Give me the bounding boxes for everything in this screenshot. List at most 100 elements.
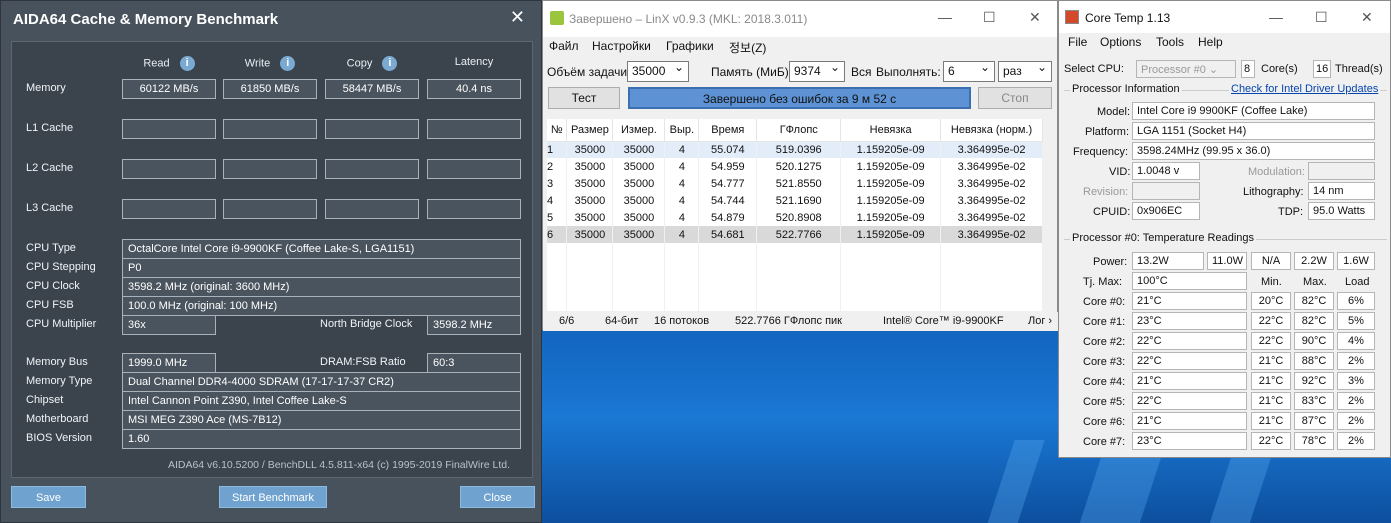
table-row[interactable]: 4 35000 35000 4 54.744 521.1690 1.159205e-09 3.… [547, 192, 1043, 209]
column-header[interactable]: № [547, 119, 568, 142]
power-other: 1.6W [1337, 252, 1375, 270]
header-write: Write i [223, 56, 317, 71]
core-label: Core #3: [1083, 356, 1126, 368]
aida-footer: AIDA64 v6.10.5200 / BenchDLL 4.5.811-x64… [167, 459, 510, 471]
chipset-value: Intel Cannon Point Z390, Intel Coffee La… [122, 391, 521, 411]
info-icon[interactable]: i [382, 56, 398, 71]
core-load: 2% [1337, 352, 1375, 370]
table-cell: 54.879 [698, 209, 758, 226]
table-cell: 35000 [566, 141, 614, 158]
menu-settings[interactable]: Настройки [592, 39, 651, 53]
core-label: Core #4: [1083, 376, 1126, 388]
close-icon[interactable]: ✕ [510, 7, 525, 28]
lithography-value: 14 nm [1308, 182, 1375, 200]
table-cell: 3.364995e-02 [940, 192, 1043, 209]
run-unit-select[interactable]: раз [998, 60, 1052, 82]
column-header[interactable]: ГФлопс [756, 119, 842, 142]
memory-select[interactable]: 9374 [789, 60, 845, 82]
memory-read: 60122 MB/s [122, 79, 216, 99]
column-header[interactable]: Измер. [612, 119, 666, 142]
table-cell: 35000 [612, 175, 666, 192]
column-header[interactable]: Время [698, 119, 758, 142]
table-cell: 4 [664, 158, 700, 175]
menu-tools[interactable]: Tools [1156, 35, 1184, 49]
maximize-icon[interactable]: ☐ [1315, 9, 1328, 26]
memory-bus-label: Memory Bus [26, 356, 88, 368]
all-memory-label[interactable]: Вся [851, 65, 872, 79]
bios-value: 1.60 [122, 429, 521, 449]
menu-options[interactable]: Options [1100, 35, 1141, 49]
close-icon[interactable]: ✕ [1029, 9, 1041, 26]
column-header[interactable]: Размер [566, 119, 614, 142]
table-cell: 3.364995e-02 [940, 209, 1043, 226]
minimize-icon[interactable]: — [1269, 9, 1283, 25]
empty-row [547, 243, 1043, 260]
menu-file[interactable]: Файл [549, 39, 579, 53]
memory-write: 61850 MB/s [223, 79, 317, 99]
row-label-l3: L3 Cache [26, 202, 74, 214]
close-button[interactable]: Close [460, 486, 535, 508]
core-label: Core #7: [1083, 436, 1126, 448]
driver-update-link[interactable]: Check for Intel Driver Updates [1229, 83, 1381, 95]
cpu-clock-value: 3598.2 MHz (original: 3600 MHz) [122, 277, 521, 297]
core-temp-min: 20°C [1251, 292, 1291, 310]
info-icon[interactable]: i [280, 56, 296, 71]
load-header: Load [1345, 276, 1370, 288]
power-dram: 2.2W [1294, 252, 1334, 270]
info-icon[interactable]: i [179, 56, 195, 71]
power-package: 13.2W [1132, 252, 1204, 270]
table-cell: 1 [547, 141, 568, 158]
l1-latency [427, 119, 521, 139]
menu-file[interactable]: File [1068, 35, 1087, 49]
menu-info[interactable]: 정보(Z) [729, 39, 766, 56]
core-temp-min: 22°C [1251, 332, 1291, 350]
frequency-label: Frequency: [1073, 146, 1129, 158]
memory-bus-value: 1999.0 MHz [122, 353, 216, 373]
task-size-label: Объём задачи: [547, 65, 631, 79]
empty-row [547, 277, 1043, 294]
linx-window: Завершено – LinX v0.9.3 (MKL: 2018.3.011… [542, 0, 1059, 331]
app-icon [550, 11, 564, 25]
tdp-value: 95.0 Watts [1308, 202, 1375, 220]
maximize-icon[interactable]: ☐ [983, 9, 996, 26]
close-icon[interactable]: ✕ [1361, 9, 1373, 26]
task-size-select[interactable]: 35000 [627, 60, 689, 82]
menu-charts[interactable]: Графики [666, 39, 714, 53]
stop-button[interactable]: Стоп [978, 87, 1052, 109]
test-button[interactable]: Тест [548, 87, 620, 109]
column-header[interactable]: Невязка (норм.) [940, 119, 1043, 142]
nb-clock-label: North Bridge Clock [320, 318, 413, 330]
column-header[interactable]: Невязка [840, 119, 942, 142]
log-button[interactable]: Лог › [1028, 315, 1052, 327]
cores-label: Core(s) [1261, 63, 1298, 75]
table-row[interactable]: 1 35000 35000 4 55.074 519.0396 1.159205e-09 3.… [547, 141, 1043, 158]
run-count-select[interactable]: 6 [943, 60, 995, 82]
select-cpu-dropdown[interactable]: Processor #0 ⌄ [1136, 60, 1236, 78]
table-cell: 4 [664, 175, 700, 192]
table-cell: 3.364995e-02 [940, 175, 1043, 192]
vid-value: 1.0048 v [1132, 162, 1200, 180]
row-label-l2: L2 Cache [26, 162, 74, 174]
table-row[interactable]: 2 35000 35000 4 54.959 520.1275 1.159205e-09 3.… [547, 158, 1043, 175]
coretemp-window: Core Temp 1.13 — ☐ ✕ File Options Tools … [1058, 0, 1391, 458]
select-cpu-label: Select CPU: [1064, 63, 1124, 75]
table-cell: 35000 [612, 226, 666, 243]
table-row[interactable]: 5 35000 35000 4 54.879 520.8908 1.159205e-09 3.… [547, 209, 1043, 226]
table-row[interactable]: 6 35000 35000 4 54.681 522.7766 1.159205e-09 3.… [547, 226, 1043, 243]
status-count: 6/6 [559, 315, 575, 327]
min-header: Min. [1261, 276, 1282, 288]
table-cell: 3.364995e-02 [940, 158, 1043, 175]
row-label-l1: L1 Cache [26, 122, 74, 134]
column-header[interactable]: Выр. [664, 119, 700, 142]
core-temp-max: 78°C [1294, 432, 1334, 450]
titlebar: Завершено – LinX v0.9.3 (MKL: 2018.3.011… [543, 1, 1057, 37]
save-button[interactable]: Save [11, 486, 86, 508]
core-temp-max: 90°C [1294, 332, 1334, 350]
menu-help[interactable]: Help [1198, 35, 1223, 49]
header-read: Read i [122, 56, 216, 71]
table-cell: 1.159205e-09 [840, 158, 942, 175]
table-cell: 4 [664, 192, 700, 209]
start-benchmark-button[interactable]: Start Benchmark [219, 486, 327, 508]
table-row[interactable]: 3 35000 35000 4 54.777 521.8550 1.159205e-09 3.… [547, 175, 1043, 192]
minimize-icon[interactable]: — [938, 9, 952, 25]
